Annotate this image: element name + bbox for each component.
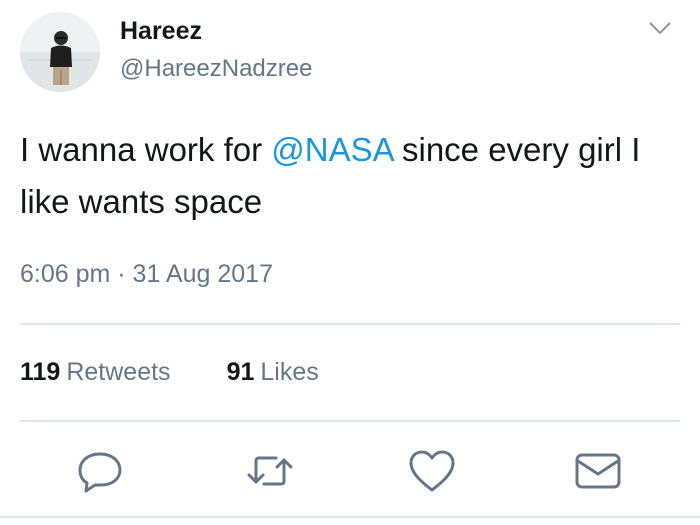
retweet-icon[interactable]	[242, 446, 298, 496]
tweet-stats: 119 Retweets 91 Likes	[20, 356, 319, 388]
likes-count: 91	[226, 358, 255, 386]
author-handle[interactable]: @HareezNadzree	[120, 54, 312, 84]
tweet-timestamp[interactable]: 6:06 pm · 31 Aug 2017	[20, 258, 273, 290]
tweet-text-start: I wanna work for	[20, 131, 272, 168]
mention-link[interactable]: @NASA	[271, 131, 393, 168]
reply-icon[interactable]	[72, 446, 128, 496]
direct-message-icon[interactable]	[570, 446, 626, 496]
chevron-down-icon[interactable]	[648, 20, 672, 36]
action-bar	[0, 440, 700, 500]
divider	[0, 516, 700, 518]
tweet-card: Hareez @HareezNadzree I wanna work for @…	[0, 0, 700, 525]
author-name[interactable]: Hareez	[120, 16, 202, 46]
retweets-stat[interactable]: 119 Retweets	[20, 356, 171, 388]
likes-stat[interactable]: 91 Likes	[227, 356, 319, 388]
tweet-text: I wanna work for @NASA since every girl …	[20, 124, 685, 228]
like-icon[interactable]	[404, 446, 460, 496]
likes-label: Likes	[260, 358, 319, 386]
retweets-count: 119	[20, 358, 61, 386]
avatar-photo	[20, 12, 100, 92]
divider	[20, 420, 680, 422]
retweets-label: Retweets	[66, 358, 171, 386]
author-avatar[interactable]	[20, 12, 100, 92]
divider	[20, 323, 680, 325]
